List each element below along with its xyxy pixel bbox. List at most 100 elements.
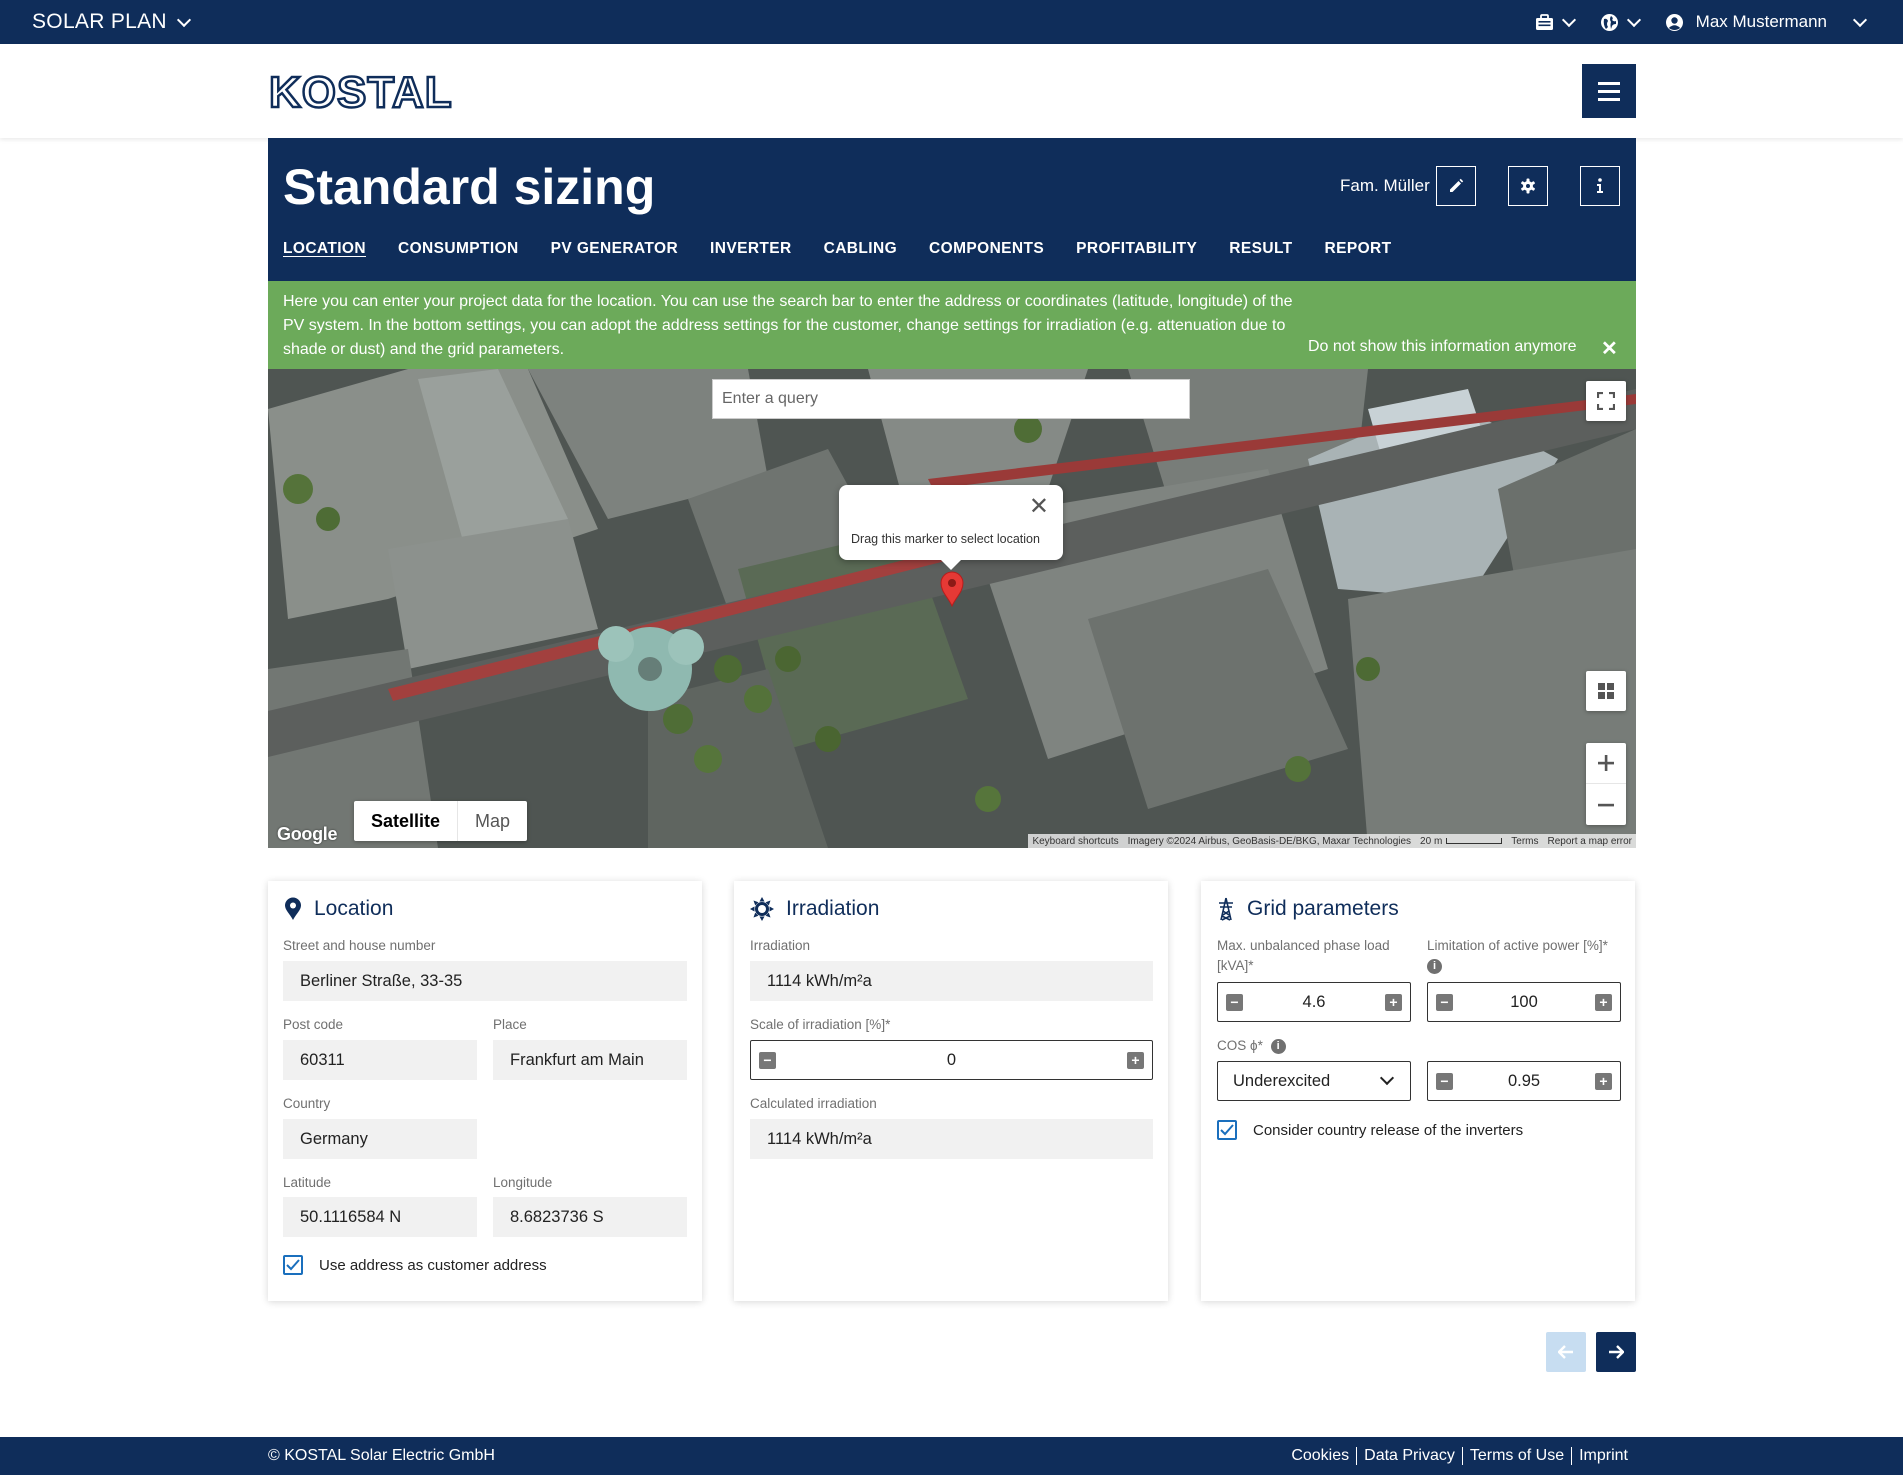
arrow-left-icon [1558,1345,1573,1359]
tab-location[interactable]: LOCATION [283,240,366,258]
unbalanced-load-value[interactable]: 4.6 [1303,993,1326,1012]
close-icon[interactable]: ✕ [1601,336,1618,361]
street-field[interactable]: Berliner Straße, 33-35 [283,961,687,1001]
map-type-control: Satellite Map [354,801,528,841]
checkmark-icon [1220,1124,1234,1136]
kostal-logo[interactable]: KOSTAL [268,69,453,116]
marker-info-popup: ✕ Drag this marker to select location [839,485,1063,570]
decrement-button[interactable]: − [1436,993,1453,1011]
longitude-field[interactable]: 8.6823736 S [493,1197,687,1237]
satellite-toggle[interactable]: Satellite [354,801,459,841]
tab-report[interactable]: REPORT [1325,240,1392,258]
fullscreen-button[interactable] [1586,381,1626,421]
keyboard-shortcuts-link[interactable]: Keyboard shortcuts [1032,836,1118,847]
decrement-button[interactable]: − [1226,993,1243,1011]
place-field[interactable]: Frankfurt am Main [493,1040,687,1080]
increment-button[interactable]: + [1385,993,1402,1011]
plus-icon [1598,755,1614,771]
limitation-stepper: − 100 + [1427,982,1621,1022]
latitude-field[interactable]: 50.1116584 N [283,1197,477,1237]
next-step-button[interactable] [1596,1332,1636,1372]
previous-step-button[interactable] [1546,1332,1586,1372]
terms-link[interactable]: Terms [1511,836,1538,847]
country-release-label: Consider country release of the inverter… [1253,1122,1524,1139]
app-switcher[interactable]: SOLAR PLAN [32,0,191,44]
header: KOSTAL [0,44,1903,138]
sun-icon [750,897,774,921]
zoom-in-button[interactable] [1586,743,1626,784]
postcode-label: Post code [283,1017,344,1032]
map-toggle[interactable]: Map [458,801,527,841]
map-search-input[interactable] [712,379,1190,419]
projects-menu[interactable] [1535,12,1576,31]
settings-button[interactable] [1508,166,1548,206]
tab-components[interactable]: COMPONENTS [929,240,1044,258]
map-marker-icon [285,897,301,920]
limitation-value[interactable]: 100 [1510,993,1538,1012]
scale-bar: 20 m [1420,836,1503,847]
imagery-credit: Imagery ©2024 Airbus, GeoBasis-DE/BKG, M… [1127,835,1412,847]
terms-of-use-link[interactable]: Terms of Use [1461,1447,1571,1465]
chevron-down-icon [1379,1070,1395,1086]
irradiation-label: Irradiation [750,938,811,953]
country-field[interactable]: Germany [283,1119,477,1159]
decrement-button[interactable]: − [759,1051,776,1069]
postcode-field[interactable]: 60311 [283,1040,477,1080]
country-label: Country [283,1096,331,1111]
info-button[interactable] [1580,166,1620,206]
tab-inverter[interactable]: INVERTER [710,240,792,258]
minus-icon [1598,803,1614,806]
location-marker[interactable] [940,571,964,608]
user-menu[interactable]: Max Mustermann [1665,12,1868,32]
tab-pv-generator[interactable]: PV GENERATOR [551,240,678,258]
location-card: Location Street and house number Berline… [268,881,702,1301]
page-title: Standard sizing [283,159,656,215]
scale-irradiation-value[interactable]: 0 [947,1051,956,1070]
increment-button[interactable]: + [1595,1072,1612,1090]
latitude-label: Latitude [283,1175,332,1190]
cos-phi-stepper: − 0.95 + [1427,1061,1621,1101]
increment-button[interactable]: + [1595,993,1612,1011]
satellite-imagery [268,369,1636,848]
cos-phi-mode-value: Underexcited [1233,1071,1331,1090]
zoom-out-button[interactable] [1586,784,1626,825]
tab-cabling[interactable]: CABLING [824,240,897,258]
project-name: Fam. Müller [1340,176,1430,195]
language-menu[interactable] [1600,12,1641,32]
report-map-error-link[interactable]: Report a map error [1548,836,1632,847]
tab-result[interactable]: RESULT [1229,240,1292,258]
cos-phi-label: COS ϕ* i [1217,1036,1286,1056]
use-address-checkbox[interactable] [283,1255,303,1275]
hamburger-menu-button[interactable] [1582,64,1636,118]
limitation-label: Limitation of active power [%]* i [1427,938,1608,974]
increment-button[interactable]: + [1127,1051,1144,1069]
grid-icon [1598,683,1614,699]
cos-phi-mode-select[interactable]: Underexcited [1217,1061,1411,1101]
data-privacy-link[interactable]: Data Privacy [1356,1447,1462,1465]
info-icon[interactable]: i [1427,958,1442,974]
top-bar: SOLAR PLAN Max Mustermann [0,0,1903,44]
cos-phi-value[interactable]: 0.95 [1508,1072,1540,1091]
arrow-right-icon [1609,1345,1624,1359]
unbalanced-load-label: Max. unbalanced phase load [kVA]* [1217,938,1390,973]
chevron-down-icon [1561,12,1576,27]
edit-project-button[interactable] [1436,166,1476,206]
map-attribution: Keyboard shortcuts Imagery ©2024 Airbus,… [1028,834,1636,848]
card-title: Location [314,897,394,920]
scale-irradiation-label: Scale of irradiation [%]* [750,1017,891,1032]
info-icon[interactable]: i [1270,1038,1286,1054]
layers-button[interactable] [1586,671,1626,711]
do-not-show-again-link[interactable]: Do not show this information anymore [1308,338,1577,356]
copyright: © KOSTAL Solar Electric GmbH [268,1447,495,1464]
hamburger-icon [1598,81,1620,85]
tab-consumption[interactable]: CONSUMPTION [398,240,519,258]
tab-profitability[interactable]: PROFITABILITY [1076,240,1197,258]
imprint-link[interactable]: Imprint [1571,1447,1635,1465]
satellite-map[interactable]: ✕ Drag this marker to select location Sa… [268,369,1636,848]
close-icon[interactable]: ✕ [1029,495,1049,519]
cookies-link[interactable]: Cookies [1284,1447,1356,1465]
unbalanced-load-stepper: − 4.6 + [1217,982,1411,1022]
decrement-button[interactable]: − [1436,1072,1453,1090]
place-label: Place [493,1017,527,1032]
country-release-checkbox[interactable] [1217,1120,1237,1140]
